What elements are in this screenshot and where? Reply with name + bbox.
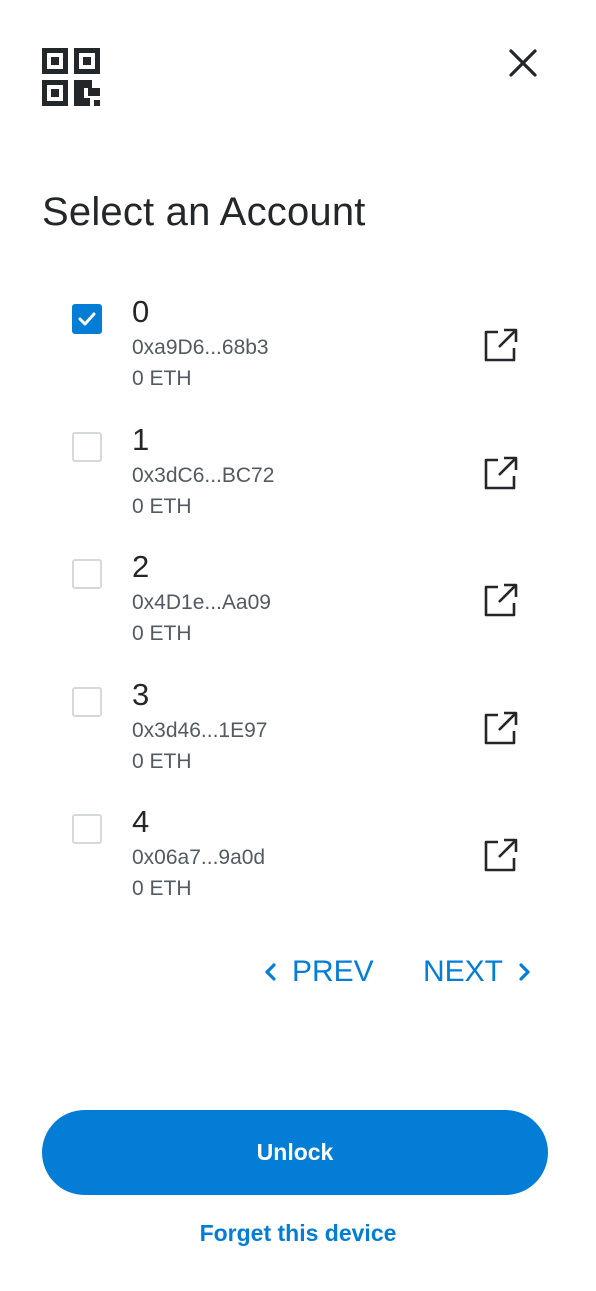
forget-device-link[interactable]: Forget this device — [0, 1220, 596, 1247]
account-index: 3 — [132, 676, 150, 712]
unlock-button[interactable]: Unlock — [42, 1110, 548, 1195]
external-link-icon[interactable] — [482, 581, 520, 619]
external-link-icon[interactable] — [482, 709, 520, 747]
select-account-screen: Select an Account 0 0xa9D6...68b3 0 ETH 1 0x… — [0, 0, 596, 1291]
checkmark-icon — [78, 312, 96, 326]
account-row[interactable]: 1 0x3dC6...BC72 0 ETH — [0, 418, 596, 528]
account-row[interactable]: 0 0xa9D6...68b3 0 ETH — [0, 290, 596, 400]
account-index: 2 — [132, 549, 150, 584]
account-balance: 0 ETH — [132, 367, 192, 390]
next-label: NEXT — [423, 955, 504, 988]
close-icon[interactable] — [506, 46, 540, 80]
prev-page-button[interactable]: PREV — [264, 952, 374, 992]
account-address: 0xa9D6...68b3 — [132, 336, 269, 359]
account-balance: 0 ETH — [132, 494, 192, 518]
account-row[interactable]: 3 0x3d46...1E97 0 ETH — [0, 673, 596, 783]
account-index: 1 — [132, 421, 150, 457]
account-checkbox[interactable] — [72, 304, 102, 334]
account-checkbox[interactable] — [72, 686, 102, 717]
account-balance: 0 ETH — [132, 622, 192, 645]
account-balance: 0 ETH — [132, 749, 192, 773]
account-checkbox[interactable] — [72, 431, 102, 462]
prev-label: PREV — [292, 955, 374, 988]
external-link-icon[interactable] — [482, 454, 520, 492]
page-title: Select an Account — [42, 190, 366, 234]
account-checkbox[interactable] — [72, 814, 102, 844]
account-checkbox[interactable] — [72, 559, 102, 589]
account-address: 0x3d46...1E97 — [132, 718, 268, 742]
account-address: 0x3dC6...BC72 — [132, 463, 275, 487]
account-row[interactable]: 4 0x06a7...9a0d 0 ETH — [0, 800, 596, 910]
chevron-right-icon — [519, 963, 530, 981]
qr-code-icon — [42, 48, 100, 106]
account-balance: 0 ETH — [132, 877, 192, 900]
pagination: PREV NEXT — [0, 952, 596, 992]
next-page-button[interactable]: NEXT — [423, 952, 531, 992]
external-link-icon[interactable] — [482, 836, 520, 874]
account-index: 0 — [132, 294, 150, 329]
chevron-left-icon — [265, 963, 276, 981]
account-address: 0x4D1e...Aa09 — [132, 591, 271, 614]
external-link-icon[interactable] — [482, 326, 520, 364]
account-address: 0x06a7...9a0d — [132, 846, 266, 869]
account-index: 4 — [132, 804, 150, 839]
account-row[interactable]: 2 0x4D1e...Aa09 0 ETH — [0, 545, 596, 655]
